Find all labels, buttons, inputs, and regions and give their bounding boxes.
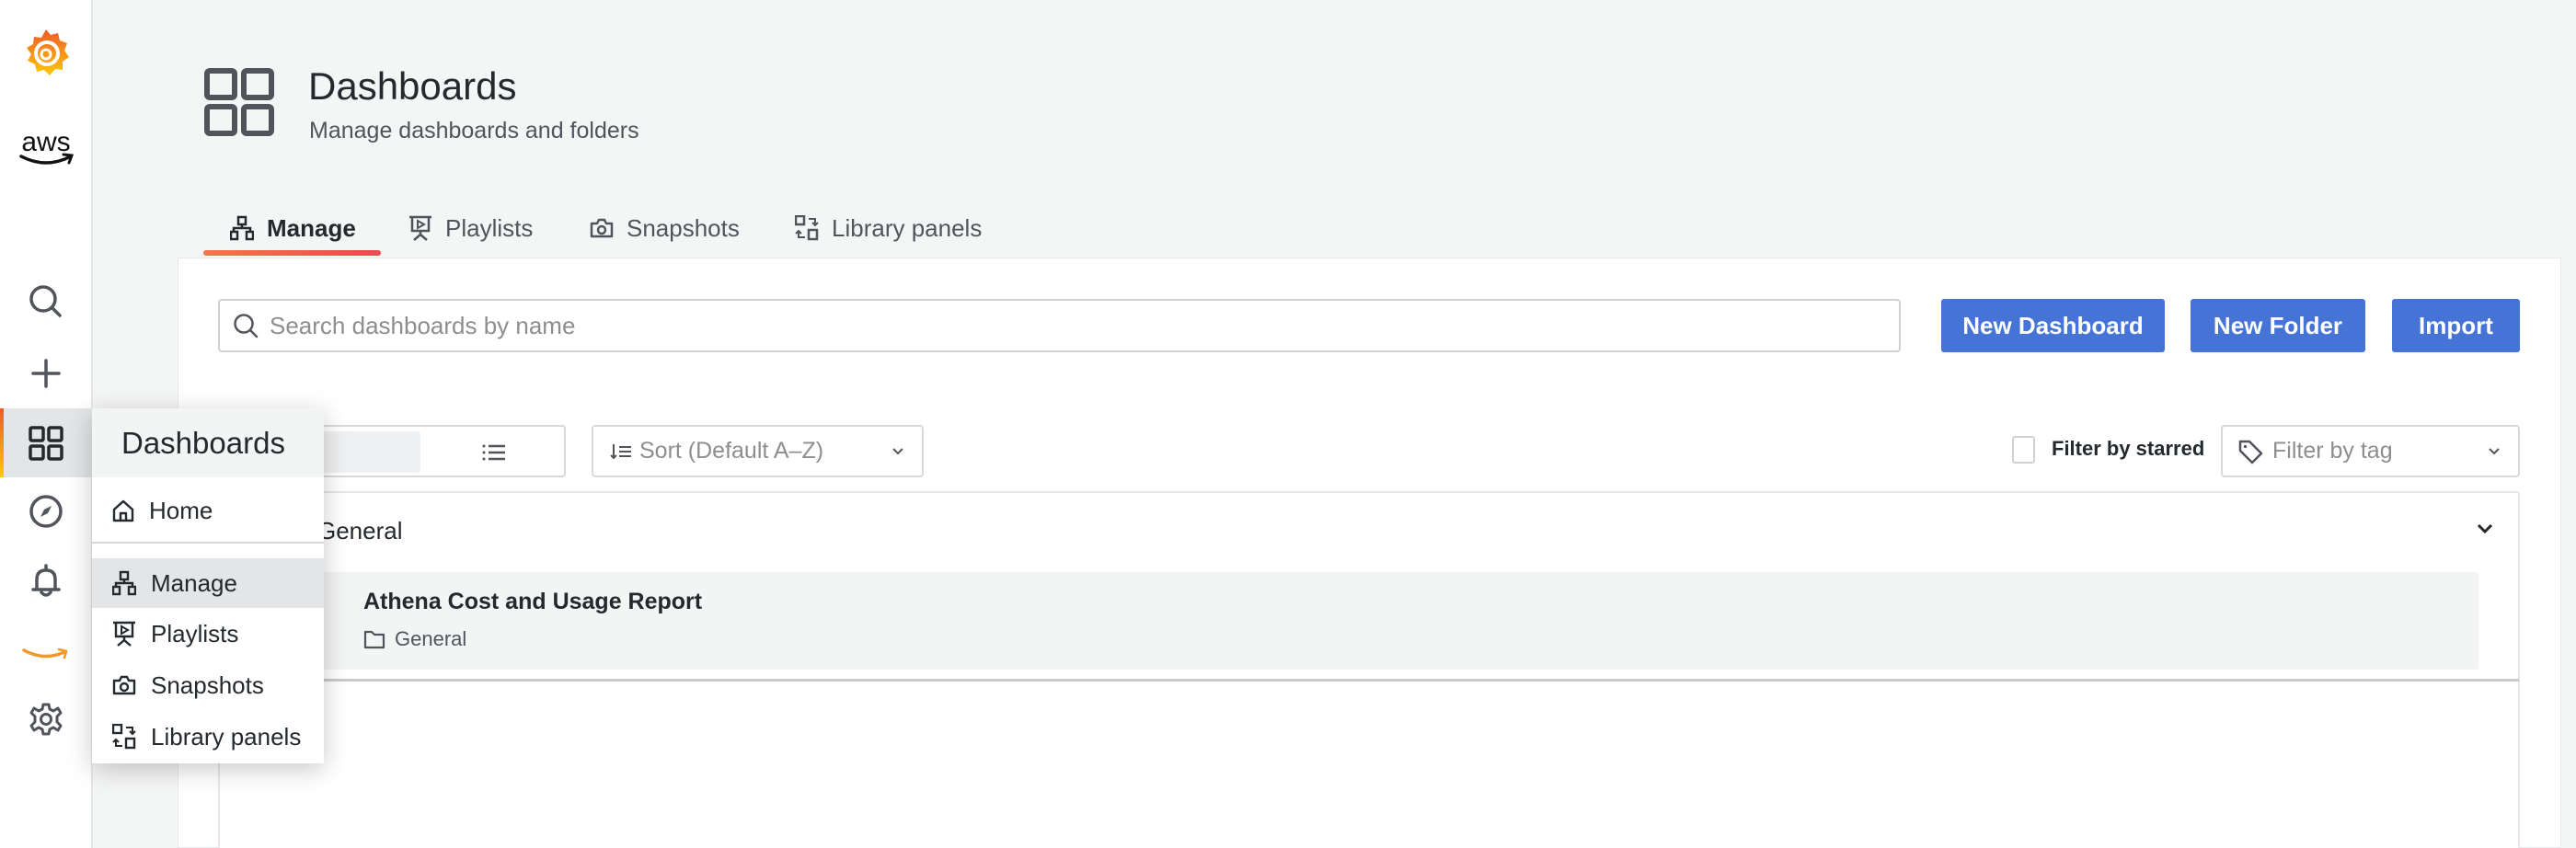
dashboard-folder-label: General (363, 627, 466, 651)
tab-label: Manage (267, 213, 356, 242)
dashboard-folder-name: General (395, 627, 467, 650)
tag-icon (2238, 440, 2263, 464)
presentation-play-icon (113, 621, 135, 647)
folder-title[interactable]: General (317, 517, 403, 545)
menu-title[interactable]: Dashboards (92, 408, 324, 477)
menu-item-label: Home (149, 496, 213, 524)
library-panel-icon (795, 215, 819, 241)
tab-playlists[interactable]: Playlists (408, 210, 533, 246)
chevron-down-icon (892, 447, 903, 454)
compass-icon[interactable] (0, 484, 91, 539)
sidebar: aws (0, 0, 93, 848)
search-icon[interactable] (0, 274, 91, 329)
tab-manage[interactable]: Manage (230, 210, 356, 246)
filter-starred-label[interactable]: Filter by starred (2052, 437, 2204, 461)
gear-icon[interactable] (0, 692, 91, 747)
menu-item-home[interactable]: Home (92, 486, 324, 535)
dashboard-title[interactable]: Athena Cost and Usage Report (363, 589, 702, 615)
dashboards-icon (28, 425, 63, 461)
tag-filter-placeholder: Filter by tag (2272, 438, 2393, 464)
svg-text:aws: aws (21, 127, 70, 157)
tab-label: Playlists (445, 213, 534, 242)
collapse-folder-chevron-icon[interactable] (2475, 522, 2495, 540)
results-area (218, 682, 2520, 848)
list-view-button[interactable] (425, 431, 563, 473)
search-field[interactable] (218, 299, 1901, 352)
list-icon (482, 444, 505, 460)
tab-snapshots[interactable]: Snapshots (590, 210, 740, 246)
tab-label: Library panels (832, 213, 983, 242)
new-folder-button[interactable]: New Folder (2191, 299, 2365, 352)
folder-icon (363, 630, 385, 649)
camera-icon (112, 675, 136, 695)
menu-item-manage[interactable]: Manage (92, 558, 324, 608)
search-input[interactable] (270, 311, 1834, 340)
library-panel-icon (112, 724, 136, 750)
menu-item-library-panels[interactable]: Library panels (92, 712, 324, 762)
menu-item-snapshots[interactable]: Snapshots (92, 660, 324, 710)
tab-label: Snapshots (627, 213, 740, 242)
menu-item-playlists[interactable]: Playlists (92, 609, 324, 659)
camera-icon (590, 218, 614, 238)
new-dashboard-button[interactable]: New Dashboard (1941, 299, 2165, 352)
plus-icon[interactable] (0, 346, 91, 401)
menu-divider (92, 542, 324, 544)
dashboards-header-icon (204, 68, 274, 141)
active-tab-indicator (203, 250, 381, 256)
page-subtitle: Manage dashboards and folders (309, 118, 639, 143)
home-icon (112, 499, 134, 522)
menu-item-label: Snapshots (151, 670, 264, 699)
dashboards-nav-item[interactable] (0, 408, 91, 477)
sort-select[interactable]: Sort (Default A–Z) (592, 425, 924, 477)
sort-icon (610, 443, 631, 459)
sitemap-icon (230, 215, 254, 241)
dashboard-list-item[interactable] (304, 572, 2478, 670)
bell-icon[interactable] (0, 554, 91, 609)
menu-item-label: Manage (151, 568, 237, 597)
import-button[interactable]: Import (2392, 299, 2520, 352)
aws-icon[interactable] (0, 635, 91, 675)
page-title: Dashboards (308, 64, 517, 108)
tab-library-panels[interactable]: Library panels (795, 210, 982, 246)
menu-item-label: Playlists (151, 619, 239, 647)
chevron-down-icon (2489, 447, 2500, 454)
dashboards-nav-menu: Dashboards Home Manage Playlists Snapsho… (92, 408, 324, 763)
search-icon (234, 314, 259, 338)
presentation-play-icon (409, 215, 431, 241)
sort-label: Sort (Default A–Z) (639, 438, 824, 464)
menu-item-label: Library panels (151, 722, 302, 751)
tag-filter-select[interactable]: Filter by tag (2221, 425, 2520, 477)
sitemap-icon (112, 570, 136, 596)
aws-logo: aws (0, 124, 91, 174)
grafana-logo[interactable] (0, 20, 91, 85)
filter-starred-checkbox[interactable] (2012, 436, 2035, 464)
